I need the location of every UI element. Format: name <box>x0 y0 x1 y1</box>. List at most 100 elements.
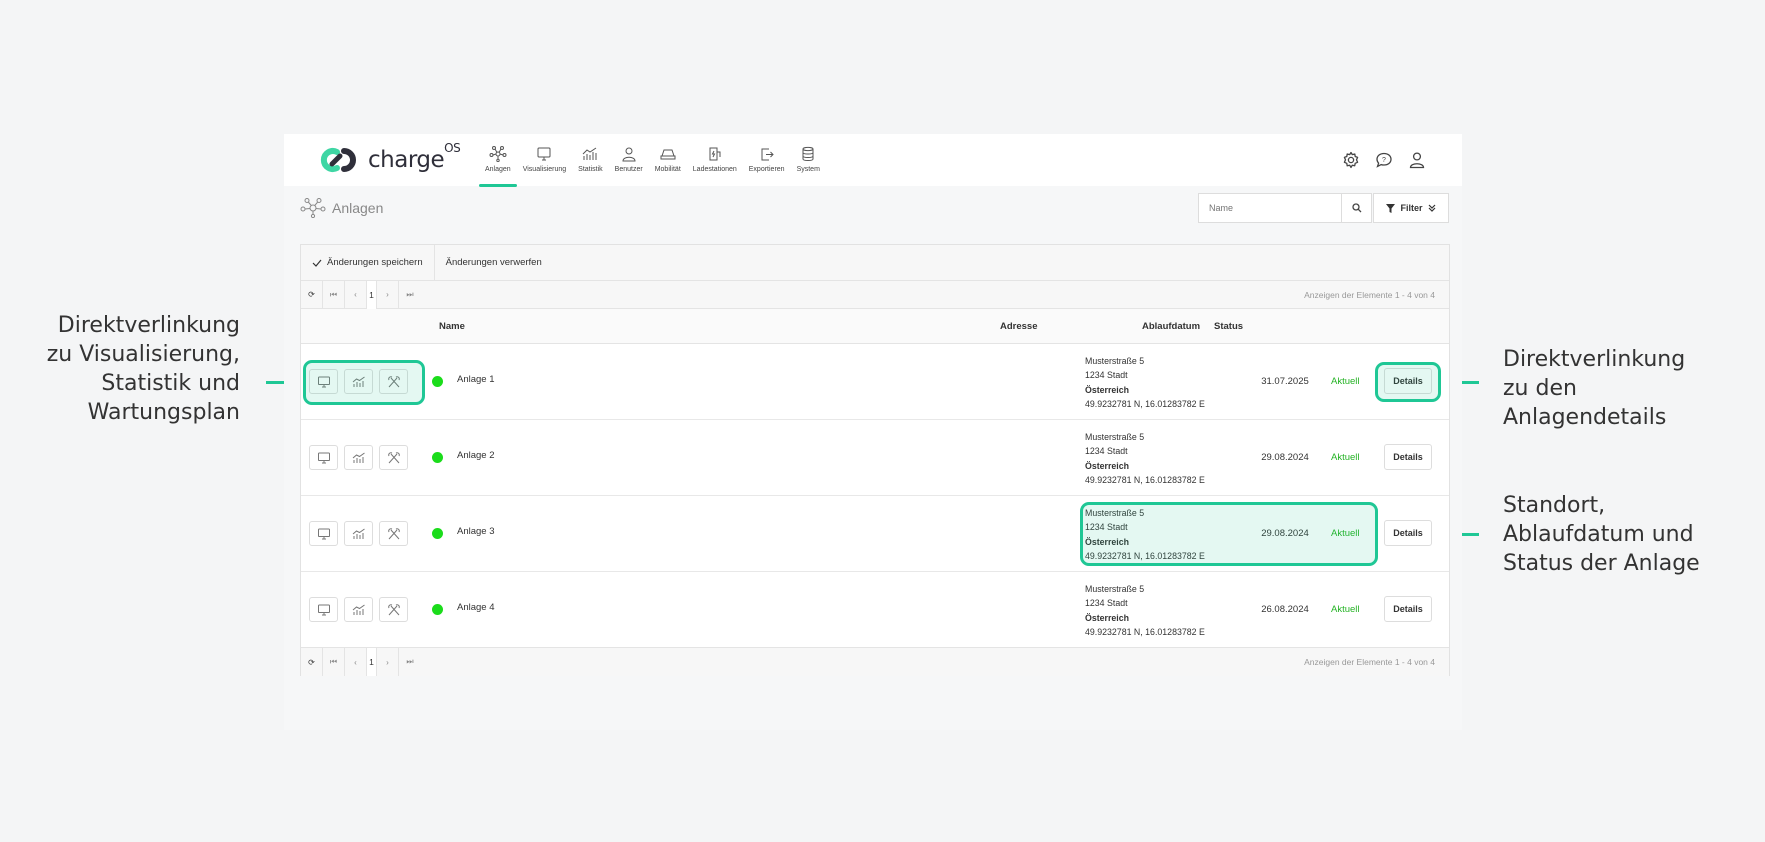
tools-icon <box>387 527 400 539</box>
nav-label: Exportieren <box>748 166 785 173</box>
plant-name: Anlage 1 <box>457 374 495 385</box>
monitor-icon <box>537 147 551 161</box>
visualization-link-button[interactable] <box>309 369 338 394</box>
callout-quick-links: Direktverlinkung zu Visualisierung, Stat… <box>30 311 240 427</box>
help-chat-icon[interactable]: ? <box>1375 151 1393 169</box>
address-city: 1234 Stadt <box>1085 598 1128 609</box>
address-coordinates: 49.9232781 N, 16.01283782 E <box>1085 474 1205 485</box>
network-icon <box>489 146 507 162</box>
next-page-icon[interactable]: › <box>377 648 399 676</box>
status-dot <box>432 528 443 539</box>
maintenance-plan-link-button[interactable] <box>379 597 408 622</box>
plant-status: Aktuell <box>1331 604 1360 615</box>
column-header-name[interactable]: Name <box>439 309 465 344</box>
details-button[interactable]: Details <box>1384 444 1432 470</box>
search-button[interactable] <box>1341 193 1372 223</box>
address-street: Musterstraße 5 <box>1085 508 1145 518</box>
gear-icon[interactable] <box>1342 151 1360 169</box>
refresh-icon[interactable]: ⟳ <box>301 648 323 676</box>
discard-changes-button[interactable]: Änderungen verwerfen <box>433 244 553 281</box>
nav-system[interactable]: System <box>791 146 826 186</box>
filter-button[interactable]: Filter <box>1373 193 1449 223</box>
prev-page-icon[interactable]: ‹ <box>345 280 367 309</box>
callout-line: Direktverlinkung <box>57 313 240 338</box>
network-icon <box>300 198 326 218</box>
current-page[interactable]: 1 <box>367 280 377 309</box>
first-page-icon[interactable]: ⏮ <box>323 648 345 676</box>
logo-link-icon <box>320 148 356 172</box>
callout-line: zu den <box>1503 376 1577 401</box>
database-icon <box>802 146 814 161</box>
details-button[interactable]: Details <box>1384 368 1432 394</box>
tools-icon <box>387 375 400 387</box>
chargeos-logo[interactable]: chargeOS <box>320 141 461 176</box>
monitor-icon <box>317 604 330 615</box>
tools-icon <box>387 451 400 463</box>
chart-icon <box>583 147 597 160</box>
refresh-icon[interactable]: ⟳ <box>301 280 323 309</box>
nav-statistik[interactable]: Statistik <box>572 146 609 186</box>
chart-icon <box>352 604 365 615</box>
double-chevron-down-icon <box>1428 204 1435 212</box>
statistics-link-button[interactable] <box>344 445 373 470</box>
table-row: Anlage 3 Musterstraße 5 1234 Stadt Öster… <box>301 496 1449 572</box>
prev-page-icon[interactable]: ‹ <box>345 648 367 676</box>
chart-icon <box>352 376 365 387</box>
plant-name: Anlage 4 <box>457 602 495 613</box>
table-row: Anlage 2 Musterstraße 5 1234 Stadt Öster… <box>301 420 1449 496</box>
user-account-icon[interactable] <box>1408 151 1426 169</box>
nav-anlagen[interactable]: Anlagen <box>479 146 517 187</box>
first-page-icon[interactable]: ⏮ <box>323 280 345 309</box>
callout-line: Wartungsplan <box>87 400 240 425</box>
page-header: Anlagen <box>300 198 383 218</box>
visualization-link-button[interactable] <box>309 597 338 622</box>
address-coordinates: 49.9232781 N, 16.01283782 E <box>1085 626 1205 637</box>
last-page-icon[interactable]: ⏭ <box>399 281 421 309</box>
column-header-address[interactable]: Adresse <box>1000 309 1038 344</box>
callout-details-link: Direktverlinkung zu den Anlagendetails <box>1503 345 1743 432</box>
next-page-icon[interactable]: › <box>377 280 399 309</box>
nav-exportieren[interactable]: Exportieren <box>743 146 791 186</box>
save-changes-button[interactable]: Änderungen speichern <box>301 245 434 281</box>
plant-name: Anlage 2 <box>457 450 495 461</box>
callout-line: Status der Anlage <box>1503 551 1700 576</box>
address-coordinates: 49.9232781 N, 16.01283782 E <box>1085 398 1205 409</box>
logo-text: chargeOS <box>368 141 461 173</box>
nav-benutzer[interactable]: Benutzer <box>609 146 649 186</box>
filter-label: Filter <box>1400 203 1423 213</box>
chart-icon <box>352 528 365 539</box>
nav-label: System <box>796 166 820 173</box>
table-row: Anlage 4 Musterstraße 5 1234 Stadt Öster… <box>301 572 1449 648</box>
monitor-icon <box>317 528 330 539</box>
callout-line: Direktverlinkung <box>1503 347 1686 372</box>
table-header: Name Adresse Ablaufdatum Status <box>301 309 1449 344</box>
address-street: Musterstraße 5 <box>1085 356 1145 366</box>
column-header-status[interactable]: Status <box>1214 309 1243 344</box>
details-button[interactable]: Details <box>1384 596 1432 622</box>
table-body: Anlage 1 Musterstraße 5 1234 Stadt Öster… <box>301 344 1449 648</box>
maintenance-plan-link-button[interactable] <box>379 521 408 546</box>
column-header-expiry[interactable]: Ablaufdatum <box>1142 309 1200 344</box>
visualization-link-button[interactable] <box>309 445 338 470</box>
statistics-link-button[interactable] <box>344 597 373 622</box>
status-dot <box>432 452 443 463</box>
nav-visualisierung[interactable]: Visualisierung <box>517 146 572 186</box>
details-button[interactable]: Details <box>1384 520 1432 546</box>
visualization-link-button[interactable] <box>309 521 338 546</box>
top-right-actions: ? <box>1342 151 1426 169</box>
monitor-icon <box>317 452 330 463</box>
statistics-link-button[interactable] <box>344 521 373 546</box>
expiry-date: 29.08.2024 <box>1261 528 1309 539</box>
last-page-icon[interactable]: ⏭ <box>399 648 421 676</box>
nav-ladestationen[interactable]: Ladestationen <box>687 146 743 186</box>
nav-mobilitaet[interactable]: Mobilität <box>649 146 687 186</box>
maintenance-plan-link-button[interactable] <box>379 445 408 470</box>
app-window: chargeOS Anlagen Visualisierung Statisti… <box>284 134 1462 730</box>
statistics-link-button[interactable] <box>344 369 373 394</box>
current-page[interactable]: 1 <box>367 648 377 676</box>
maintenance-plan-link-button[interactable] <box>379 369 408 394</box>
save-changes-label: Änderungen speichern <box>327 257 423 268</box>
nav-label: Ladestationen <box>692 166 737 173</box>
car-icon <box>660 149 676 160</box>
search-input[interactable] <box>1198 193 1342 223</box>
